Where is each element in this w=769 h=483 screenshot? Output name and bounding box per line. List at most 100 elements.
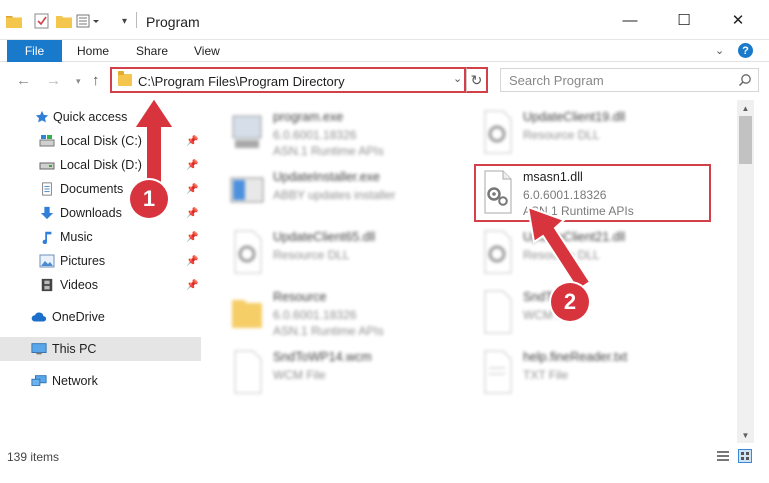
address-row: ← → ▾ ↑ C:\Program Files\Program Directo… (0, 62, 769, 100)
sidebar-item-this-pc[interactable]: This PC (0, 337, 201, 361)
sidebar-item-local-disk-c[interactable]: Local Disk (C:) 📌 (0, 129, 201, 153)
pin-icon[interactable]: 📌 (186, 136, 198, 147)
customize-qat-chevron-icon[interactable]: ▾ (122, 11, 127, 31)
highlight-box (474, 164, 711, 222)
maximize-button[interactable]: ☐ (661, 0, 707, 40)
tab-home[interactable]: Home (77, 44, 109, 58)
sidebar-item-music[interactable]: Music 📌 (0, 225, 201, 249)
file-tile[interactable]: help.fineReader.txt TXT File (479, 348, 729, 404)
file-name: UpdateInstaller.exe (273, 170, 381, 184)
large-icons-view-icon[interactable] (738, 449, 752, 463)
file-detail: 6.0.6001.18326 (273, 128, 357, 142)
blank-file-icon (484, 290, 512, 334)
network-icon (31, 375, 47, 386)
file-name: help.fineReader.txt (523, 350, 628, 364)
sidebar-item-videos[interactable]: Videos 📌 (0, 273, 201, 297)
back-arrow-icon[interactable]: ← (16, 72, 31, 89)
pictures-icon (39, 254, 55, 268)
download-arrow-icon (40, 206, 54, 220)
view-options-icon[interactable] (76, 11, 102, 31)
dll-gear-icon (484, 110, 512, 154)
refresh-icon[interactable]: ↻ (466, 67, 488, 93)
folder-icon (232, 300, 262, 328)
computer-icon (31, 343, 47, 355)
window-title: Program (146, 14, 200, 30)
close-button[interactable]: ✕ (715, 0, 761, 40)
search-input[interactable]: Search Program (500, 68, 759, 92)
file-name: SndToWP14.wcm (273, 350, 372, 364)
file-detail: Resource DLL (273, 248, 350, 262)
scroll-down-arrow-icon[interactable]: ▼ (737, 427, 754, 443)
expand-ribbon-chevron-icon[interactable]: ⌄ (715, 44, 724, 57)
recent-locations-chevron-icon[interactable]: ▾ (76, 76, 81, 87)
address-dropdown-chevron-icon[interactable]: ⌄ (453, 72, 462, 85)
pin-icon[interactable]: 📌 (186, 232, 198, 243)
documents-icon (42, 182, 52, 196)
sidebar-item-label: Documents (60, 182, 124, 196)
sidebar-item-quick-access[interactable]: Quick access (0, 105, 201, 129)
star-icon (35, 110, 49, 123)
file-tile[interactable]: Resource 6.0.6001.18326 ASN.1 Runtime AP… (229, 288, 479, 344)
step-badge-1: 1 (130, 180, 168, 218)
pin-icon[interactable]: 📌 (186, 184, 198, 195)
file-tile[interactable]: UpdateClient21.dll Resource DLL (479, 228, 729, 284)
address-folder-icon (118, 71, 132, 86)
minimize-button[interactable]: — (607, 0, 653, 40)
scroll-up-arrow-icon[interactable]: ▲ (737, 100, 754, 116)
blank-file-icon (234, 350, 262, 394)
search-icon[interactable] (738, 73, 752, 87)
file-tile[interactable]: SndToWP14.wcm WCM File (229, 348, 479, 404)
sidebar-item-local-disk-d[interactable]: Local Disk (D:) 📌 (0, 153, 201, 177)
dll-gear-icon (484, 230, 512, 274)
sidebar-item-network[interactable]: Network (0, 369, 201, 393)
sidebar-item-label: OneDrive (52, 310, 105, 324)
sidebar-item-onedrive[interactable]: OneDrive (0, 305, 201, 329)
file-detail: Resource DLL (523, 128, 600, 142)
vertical-scrollbar[interactable]: ▲ ▼ (737, 100, 754, 443)
forward-arrow-icon[interactable]: → (46, 72, 61, 89)
file-tile[interactable]: SndTo wcm WCM File (479, 288, 729, 344)
tab-file[interactable]: File (7, 40, 62, 62)
scrollbar-thumb[interactable] (739, 116, 752, 164)
sidebar-item-documents[interactable]: Documents 📌 (0, 177, 201, 201)
address-path[interactable]: C:\Program Files\Program Directory (138, 74, 345, 89)
drive-icon (39, 162, 55, 170)
search-placeholder: Search Program (509, 73, 604, 88)
sidebar-item-label: Local Disk (D:) (60, 158, 142, 172)
file-detail: WCM File (273, 368, 326, 382)
pin-icon[interactable]: 📌 (186, 280, 198, 291)
sidebar-item-label: Downloads (60, 206, 122, 220)
title-divider (136, 12, 137, 28)
details-view-icon[interactable] (716, 449, 730, 463)
pin-icon[interactable]: 📌 (186, 256, 198, 267)
folder-icon (6, 11, 22, 31)
sidebar-item-downloads[interactable]: Downloads 📌 (0, 201, 201, 225)
pin-icon[interactable]: 📌 (186, 160, 198, 171)
file-name: UpdateClient19.dll (523, 110, 626, 124)
up-arrow-icon[interactable]: ↑ (92, 72, 100, 89)
step-badge-2: 2 (551, 283, 589, 321)
file-detail: ASN.1 Runtime APIs (273, 324, 384, 338)
tab-share[interactable]: Share (136, 44, 168, 58)
pin-icon[interactable]: 📌 (186, 208, 198, 219)
drive-icon (39, 135, 55, 147)
sidebar-item-label: Network (52, 374, 98, 388)
help-icon[interactable]: ? (738, 43, 753, 58)
sidebar-item-pictures[interactable]: Pictures 📌 (0, 249, 201, 273)
title-bar: ▾ Program — ☐ ✕ (0, 0, 769, 40)
address-bar[interactable]: C:\Program Files\Program Directory ⌄ (110, 67, 466, 93)
sidebar-item-label: This PC (52, 342, 97, 356)
file-tile[interactable]: UpdateClient19.dll Resource DLL (479, 108, 729, 164)
properties-checkbox-icon[interactable] (34, 11, 50, 31)
file-name: Resource (273, 290, 327, 304)
tab-view[interactable]: View (194, 44, 220, 58)
new-folder-icon[interactable] (56, 11, 72, 31)
file-tile[interactable]: UpdateClient65.dll Resource DLL (229, 228, 479, 284)
file-detail: 6.0.6001.18326 (273, 308, 357, 322)
dll-gear-icon (234, 230, 262, 274)
cloud-icon (31, 312, 47, 322)
file-list: program.exe 6.0.6001.18326 ASN.1 Runtime… (201, 100, 737, 443)
file-tile[interactable]: UpdateInstaller.exe ABBY updates install… (229, 168, 479, 224)
installer-icon (230, 177, 264, 203)
file-tile[interactable]: program.exe 6.0.6001.18326 ASN.1 Runtime… (229, 108, 479, 164)
